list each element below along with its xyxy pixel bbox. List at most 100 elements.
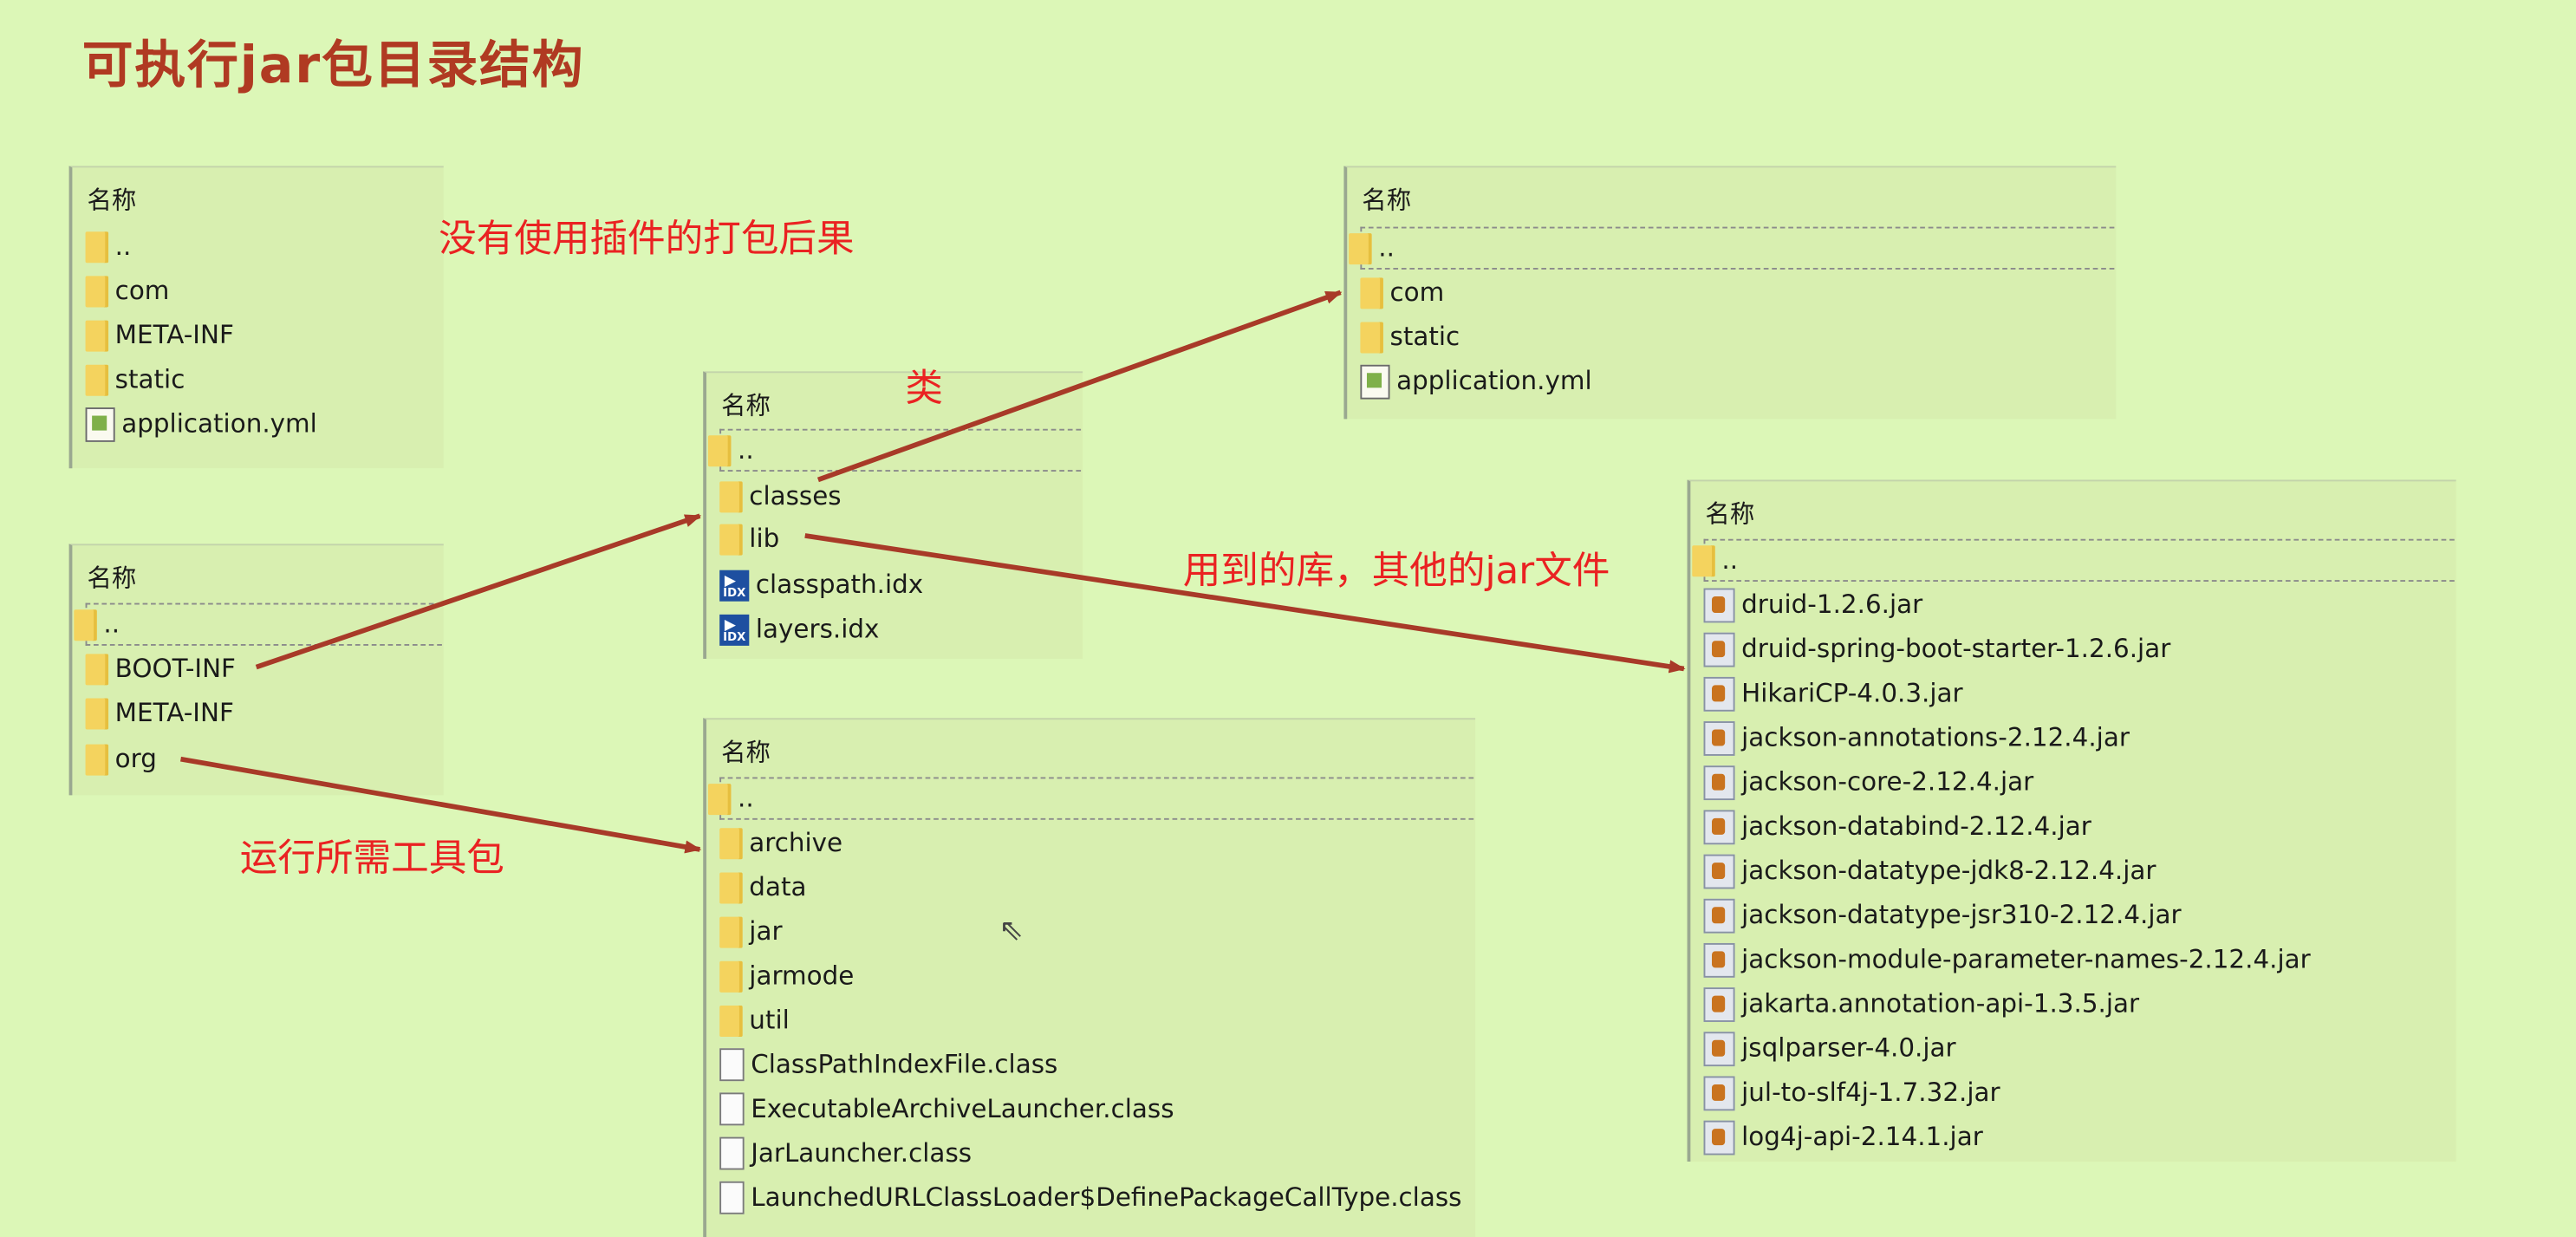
file-name: META-INF — [114, 698, 234, 728]
file-name: log4j-api-2.14.1.jar — [1741, 1122, 1983, 1152]
file-row-selected[interactable]: .. — [707, 428, 1083, 472]
sort-up-icon[interactable]: ^ — [2062, 481, 2078, 494]
file-row[interactable]: static — [85, 360, 185, 399]
file-row[interactable]: jackson-datatype-jsr310-2.12.4.jar — [1703, 895, 2182, 934]
file-row-selected[interactable]: .. — [74, 602, 444, 646]
file-row[interactable]: jackson-core-2.12.4.jar — [1703, 762, 2034, 801]
file-row[interactable]: org — [85, 739, 157, 778]
annotation-classes: 类 — [905, 368, 943, 411]
file-name: jackson-datatype-jdk8-2.12.4.jar — [1741, 856, 2156, 886]
folder-icon — [85, 363, 109, 395]
sort-up-icon[interactable]: ^ — [1719, 167, 1735, 180]
file-name: util — [749, 1005, 790, 1036]
column-header-name[interactable]: 名称 — [721, 387, 771, 422]
file-row[interactable]: util — [719, 1000, 790, 1039]
file-row[interactable]: jakarta.annotation-api-1.3.5.jar — [1703, 984, 2140, 1023]
file-name: .. — [738, 435, 754, 466]
jar-file-icon — [1703, 1075, 1735, 1110]
folder-icon — [85, 319, 109, 351]
file-row[interactable]: com — [1360, 273, 1444, 312]
file-row[interactable]: jackson-datatype-jdk8-2.12.4.jar — [1703, 851, 2156, 890]
file-row[interactable]: classes — [719, 477, 842, 516]
folder-icon — [1360, 277, 1383, 309]
column-header-name[interactable]: 名称 — [1362, 182, 1411, 217]
file-name: jackson-core-2.12.4.jar — [1741, 767, 2034, 798]
file-name: application.yml — [121, 408, 317, 439]
file-row[interactable]: druid-1.2.6.jar — [1703, 585, 1923, 624]
file-name: com — [114, 276, 170, 306]
annotation-no-plugin: 没有使用插件的打包后果 — [439, 218, 855, 262]
yml-file-icon — [85, 407, 115, 441]
idx-file-icon: IDX — [719, 602, 750, 648]
explorer-panel-boot-inf: 名称 .. classes lib IDXclasspath.idx IDXla… — [703, 371, 1083, 660]
file-row[interactable]: jarmode — [719, 956, 854, 995]
jar-file-icon — [1703, 942, 1735, 977]
column-header-name[interactable]: 名称 — [721, 734, 771, 769]
file-row[interactable]: .. — [85, 227, 132, 266]
file-row[interactable]: application.yml — [1360, 361, 1592, 400]
jar-file-icon — [1703, 986, 1735, 1021]
file-row[interactable]: druid-spring-boot-starter-1.2.6.jar — [1703, 629, 2171, 668]
file-name: lib — [749, 524, 780, 554]
file-name: META-INF — [114, 320, 234, 350]
file-row[interactable]: JarLauncher.class — [719, 1134, 972, 1173]
file-row[interactable]: jackson-module-parameter-names-2.12.4.ja… — [1703, 940, 2311, 979]
file-name: BOOT-INF — [114, 654, 236, 684]
file-name: classes — [749, 481, 842, 511]
file-row-selected[interactable]: .. — [1692, 538, 2456, 582]
class-file-icon — [719, 1092, 745, 1126]
file-name: jackson-datatype-jsr310-2.12.4.jar — [1741, 900, 2182, 930]
column-header-name[interactable]: 名称 — [87, 182, 136, 217]
file-row[interactable]: jar — [719, 912, 783, 951]
class-file-icon — [719, 1181, 745, 1214]
jar-file-icon — [1703, 897, 1735, 933]
file-row[interactable]: application.yml — [85, 404, 317, 443]
file-row[interactable]: data — [719, 868, 806, 907]
file-name: JarLauncher.class — [751, 1138, 973, 1169]
file-name: jarmode — [749, 960, 855, 991]
file-row-selected[interactable]: .. — [1349, 226, 2117, 270]
file-name: jakarta.annotation-api-1.3.5.jar — [1741, 989, 2140, 1019]
file-name: .. — [114, 231, 132, 262]
folder-icon — [719, 871, 743, 903]
column-header-name[interactable]: 名称 — [1705, 496, 1754, 531]
file-name: application.yml — [1396, 366, 1592, 396]
file-row[interactable]: ExecutableArchiveLauncher.class — [719, 1090, 1174, 1129]
file-name: ExecutableArchiveLauncher.class — [751, 1094, 1174, 1124]
file-row[interactable]: com — [85, 271, 170, 310]
file-row[interactable]: ClassPathIndexFile.class — [719, 1045, 1057, 1084]
file-name: druid-1.2.6.jar — [1741, 589, 1923, 620]
folder-icon — [85, 697, 109, 729]
file-row-selected[interactable]: .. — [707, 777, 1476, 820]
class-file-icon — [719, 1048, 745, 1082]
file-row[interactable]: META-INF — [85, 316, 234, 355]
file-row[interactable]: lib — [719, 519, 779, 558]
file-row[interactable]: IDXclasspath.idx — [719, 557, 923, 604]
file-row[interactable]: HikariCP-4.0.3.jar — [1703, 674, 1963, 713]
folder-icon — [719, 915, 743, 947]
file-row[interactable]: LaunchedURLClassLoader$DefinePackageCall… — [719, 1178, 1461, 1217]
file-row[interactable]: jackson-annotations-2.12.4.jar — [1703, 718, 2130, 757]
folder-icon — [1692, 544, 1715, 576]
jar-file-icon — [1703, 765, 1735, 800]
file-row[interactable]: log4j-api-2.14.1.jar — [1703, 1117, 1983, 1156]
file-name: jar — [749, 916, 783, 947]
file-row[interactable]: jsqlparser-4.0.jar — [1703, 1029, 1956, 1068]
file-row[interactable]: BOOT-INF — [85, 649, 236, 688]
file-name: jsqlparser-4.0.jar — [1741, 1033, 1956, 1064]
explorer-panel-classes: ^ 名称 .. com static application.yml — [1343, 166, 2117, 420]
folder-icon — [1349, 232, 1372, 264]
file-row[interactable]: META-INF — [85, 693, 234, 732]
file-name: jackson-module-parameter-names-2.12.4.ja… — [1741, 944, 2311, 974]
file-row[interactable]: archive — [719, 824, 842, 863]
file-row[interactable]: static — [1360, 317, 1460, 356]
sort-up-icon[interactable]: ^ — [1077, 719, 1094, 732]
file-row[interactable]: IDXlayers.idx — [719, 602, 879, 648]
column-header-name[interactable]: 名称 — [87, 560, 136, 595]
file-name: druid-spring-boot-starter-1.2.6.jar — [1741, 634, 2171, 664]
file-row[interactable]: jackson-databind-2.12.4.jar — [1703, 807, 2091, 846]
file-row[interactable]: jul-to-slf4j-1.7.32.jar — [1703, 1073, 2000, 1112]
file-name: jackson-databind-2.12.4.jar — [1741, 811, 2091, 842]
file-name: .. — [1378, 233, 1395, 264]
folder-icon — [719, 480, 743, 512]
